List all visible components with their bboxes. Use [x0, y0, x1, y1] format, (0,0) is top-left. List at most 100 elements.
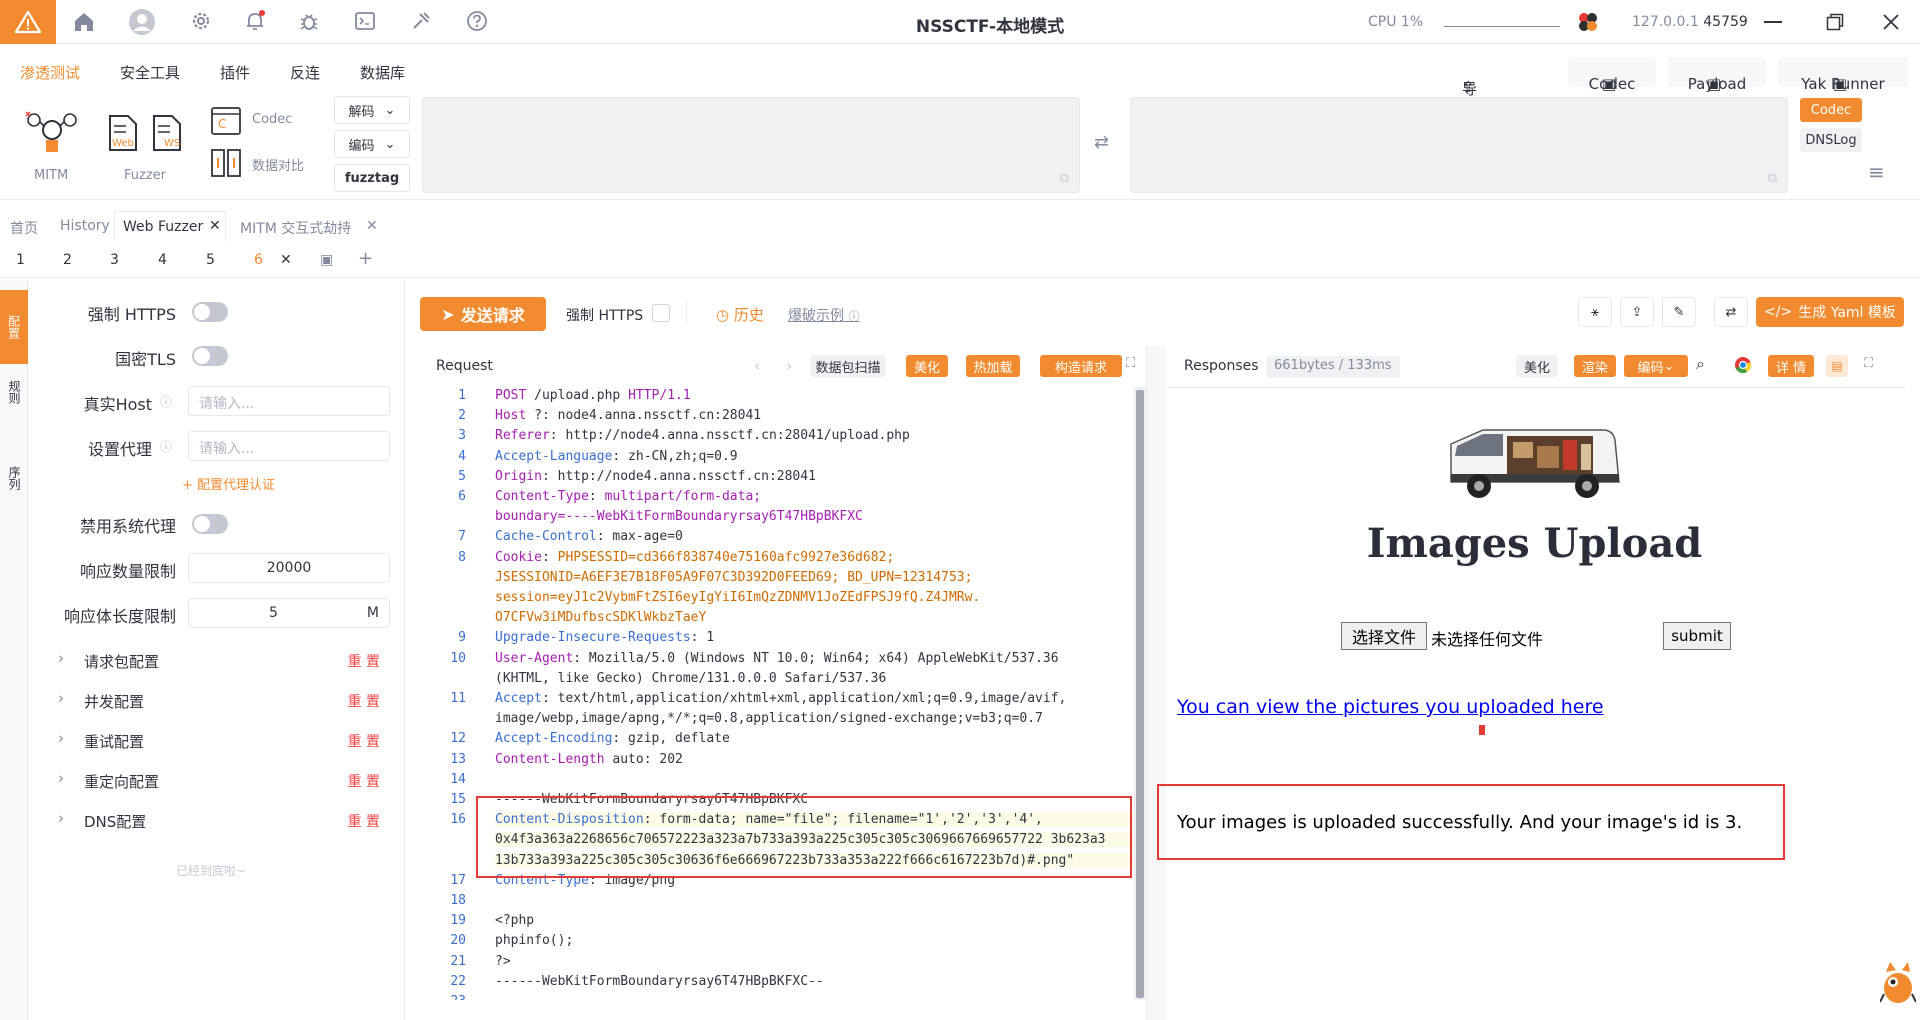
swap-layout-icon[interactable]: ⇄ [1714, 297, 1748, 327]
subtab-6[interactable]: 6 [254, 252, 263, 268]
tab-history[interactable]: History [60, 218, 110, 234]
request-editor[interactable]: 1 POST /upload.php HTTP/1.1 2 Host ?: node4… [420, 386, 1133, 1000]
sort-icon[interactable]: ≡ [1868, 160, 1885, 184]
reset-button[interactable]: 重 置 [348, 691, 380, 711]
tab-web-fuzzer[interactable]: Web Fuzzer ✕ [114, 211, 226, 241]
reset-button[interactable]: 重 置 [348, 811, 380, 831]
sequence-tab[interactable]: 序列 [6, 466, 23, 490]
add-tab-icon[interactable]: + [358, 248, 373, 269]
close-icon[interactable] [1882, 13, 1900, 31]
hotload-button[interactable]: 热加载 [966, 355, 1020, 377]
side-codec-tab[interactable]: Codec [1800, 98, 1862, 122]
compare-icon[interactable] [210, 148, 242, 178]
mascot-icon[interactable] [1879, 958, 1917, 1006]
config-section-concurrency[interactable]: › 并发配置重 置 [48, 682, 388, 718]
restore-icon[interactable] [1826, 13, 1844, 31]
gen-yaml-button[interactable]: </> 生成 Yaml 模板 [1756, 297, 1904, 327]
tab-mitm[interactable]: MITM 交互式劫持 [240, 218, 351, 238]
save-icon[interactable]: ▣ [320, 252, 333, 268]
copy-icon[interactable]: ⧉ [1768, 171, 1777, 186]
copy-icon[interactable]: ⧉ [1060, 171, 1069, 186]
examples-link[interactable]: 爆破示例 ⓘ [788, 305, 859, 325]
tab-home[interactable]: 首页 [10, 218, 38, 238]
config-section-request[interactable]: › 请求包配置重 置 [48, 642, 388, 678]
subtab-5[interactable]: 5 [206, 252, 215, 268]
menu-reverse[interactable]: 反连 [290, 62, 320, 83]
history-button[interactable]: ◷ 历史 [716, 304, 764, 325]
resp-count-input[interactable]: 20000 [188, 553, 390, 583]
side-dnslog-tab[interactable]: DNSLog [1800, 128, 1862, 152]
disable-sys-proxy-toggle[interactable] [192, 514, 228, 534]
subtab-2[interactable]: 2 [63, 252, 72, 268]
packet-scan-button[interactable]: 数据包扫描 [810, 355, 886, 377]
fuzztag-button[interactable]: fuzztag [334, 164, 410, 192]
editor-scrollbar[interactable] [1134, 388, 1146, 1000]
web-fuzzer-icon[interactable]: Web [108, 114, 138, 152]
config-section-retry[interactable]: › 重试配置重 置 [48, 722, 388, 758]
render-button[interactable]: 渲染 [1574, 355, 1616, 377]
reset-button[interactable]: 重 置 [348, 731, 380, 751]
force-https-label-2: 强制 HTTPS [566, 308, 644, 324]
export-icon[interactable]: ⇪ [1620, 297, 1654, 327]
share-icon[interactable]: ⚹ [1578, 297, 1612, 327]
fullscreen-icon[interactable]: ⛶ [1864, 356, 1873, 371]
engine-logo-icon[interactable] [1576, 10, 1600, 34]
config-section-redirect[interactable]: › 重定向配置重 置 [48, 762, 388, 798]
submit-button[interactable]: submit [1663, 622, 1731, 650]
split-divider[interactable] [1146, 346, 1166, 1020]
menu-plugins[interactable]: 插件 [220, 62, 250, 83]
codec-tool-label[interactable]: Codec [252, 112, 292, 127]
line-number: 21 [450, 953, 466, 969]
line-number: 10 [450, 650, 466, 666]
chrome-icon[interactable] [1734, 356, 1752, 374]
codec-output-area[interactable]: ⧉ [1130, 97, 1788, 193]
menu-database[interactable]: 数据库 [360, 62, 405, 83]
force-https-toggle[interactable] [192, 302, 228, 322]
proxy-auth-link[interactable]: + 配置代理认证 [182, 474, 275, 493]
menu-pentest[interactable]: 渗透测试 [20, 62, 80, 83]
send-request-button[interactable]: ➤ 发送请求 [420, 297, 546, 331]
fullscreen-icon[interactable]: ⛶ [1126, 356, 1135, 371]
choose-file-button[interactable]: 选择文件 [1341, 622, 1427, 650]
main-menu: 渗透测试 安全工具 插件 反连 数据库 ⇪ 导入资源 ▣Codec ▣Paylo… [0, 44, 1920, 161]
reset-button[interactable]: 重 置 [348, 771, 380, 791]
gm-tls-toggle[interactable] [192, 346, 228, 366]
resp-body-input[interactable]: 5M [188, 598, 390, 628]
next-icon[interactable]: › [786, 356, 792, 375]
subtab-1[interactable]: 1 [16, 252, 25, 268]
search-icon[interactable]: ⌕ [1696, 354, 1705, 374]
menu-security-tools[interactable]: 安全工具 [120, 62, 180, 83]
reset-button[interactable]: 重 置 [348, 651, 380, 671]
construct-request-button[interactable]: 构造请求 [1040, 355, 1122, 377]
subtab-3[interactable]: 3 [110, 252, 119, 268]
config-section-dns[interactable]: › DNS配置重 置 [48, 802, 388, 838]
prev-icon[interactable]: ‹ [754, 356, 760, 375]
encoding-select[interactable]: 编码 ⌄ [1624, 355, 1688, 377]
view-uploads-link[interactable]: You can view the pictures you uploaded h… [1177, 696, 1604, 718]
encode-select[interactable]: 编码 ⌄ [334, 130, 410, 158]
config-tab[interactable]: 配置 [0, 290, 28, 364]
real-host-input[interactable]: 请输入... [188, 386, 390, 416]
clock-icon: ◷ [716, 306, 730, 324]
chevron-right-icon: › [58, 769, 64, 787]
comment-icon[interactable]: ▤ [1826, 355, 1848, 377]
close-icon[interactable]: ✕ [366, 218, 378, 234]
resp-beautify-button[interactable]: 美化 [1516, 355, 1558, 377]
compare-label[interactable]: 数据对比 [252, 155, 304, 174]
ws-fuzzer-icon[interactable]: WS [152, 114, 182, 152]
minimize-icon[interactable] [1764, 21, 1782, 23]
swap-icon[interactable]: ⇄ [1094, 132, 1109, 153]
force-https-checkbox[interactable] [652, 304, 670, 322]
decode-select[interactable]: 解码 ⌄ [334, 96, 410, 124]
rules-tab[interactable]: 规则 [6, 380, 23, 404]
subtab-4[interactable]: 4 [158, 252, 167, 268]
proxy-input[interactable]: 请输入... [188, 431, 390, 461]
codec-input-area[interactable]: ⧉ [422, 97, 1080, 193]
mitm-icon[interactable] [24, 110, 80, 156]
edit-icon[interactable]: ✎ [1662, 297, 1696, 327]
close-icon[interactable]: ✕ [280, 252, 292, 268]
close-icon[interactable]: ✕ [209, 218, 221, 234]
beautify-button[interactable]: 美化 [906, 355, 948, 377]
codec-tool-icon[interactable]: C [210, 106, 242, 136]
details-button[interactable]: 详 情 [1768, 355, 1814, 377]
